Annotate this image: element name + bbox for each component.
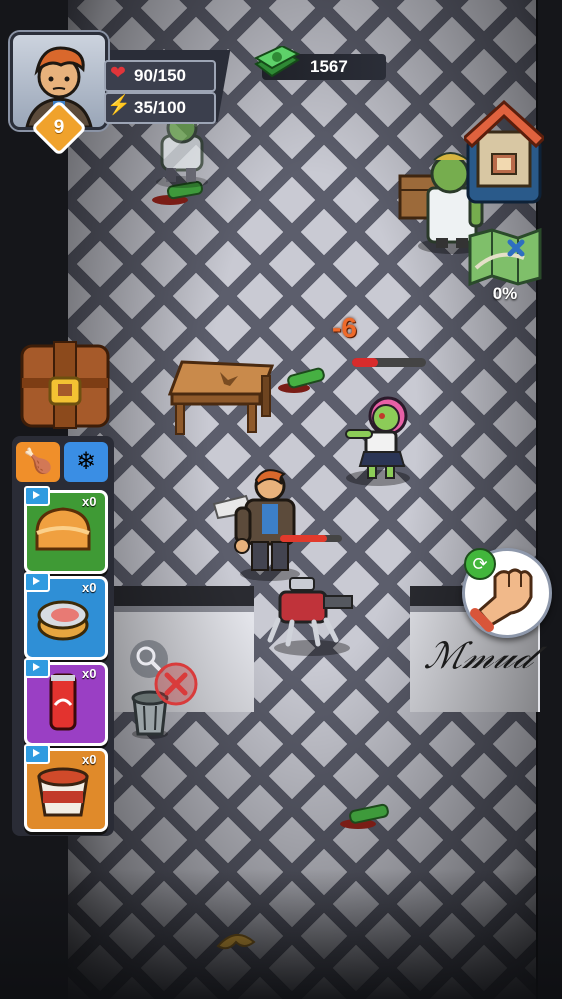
broken-bottle-bottom: [340, 803, 389, 829]
health-value: 90/150: [134, 66, 186, 85]
player-level: 9: [53, 117, 65, 138]
backpack-icon[interactable]: [20, 340, 110, 430]
item-count: x0: [82, 494, 97, 509]
enemy-health-bar: [352, 358, 426, 367]
item-count: x0: [82, 580, 97, 595]
cancel-icon[interactable]: [152, 660, 200, 708]
damage-number: -6: [332, 312, 357, 343]
energy-value: 35/100: [134, 98, 186, 117]
game-scene[interactable]: ℳ𝓂𝓊𝒹: [0, 0, 562, 999]
player-health-bar: [280, 535, 342, 542]
ice-box-icon: ❄: [75, 448, 97, 475]
map-icon[interactable]: [468, 228, 542, 286]
schoolgirl-zombie[interactable]: [342, 392, 424, 488]
house-icon[interactable]: [464, 98, 544, 208]
player-character[interactable]: [212, 466, 312, 582]
robot-turret[interactable]: [266, 574, 358, 656]
tab-ice-box[interactable]: ❄: [64, 442, 108, 482]
item-count: x0: [82, 666, 97, 681]
wooden-table[interactable]: [168, 358, 276, 438]
item-count: x0: [82, 752, 97, 767]
ad-video-icon: [24, 486, 50, 506]
map-progress: 0%: [492, 284, 518, 303]
lightning-icon: ⚡: [107, 95, 131, 116]
ad-video-icon: [24, 658, 50, 678]
bottom-vignette: [0, 869, 562, 999]
swap-icon[interactable]: ⟳: [464, 548, 496, 580]
ad-video-icon: [24, 744, 50, 764]
broken-bottle-table: [278, 367, 325, 393]
meat-icon: 🍗: [23, 448, 53, 475]
heart-icon: ❤: [110, 63, 126, 84]
cash-amount: 1567: [310, 57, 348, 76]
cash-stack-icon: [253, 46, 300, 78]
tab-meat[interactable]: 🍗: [16, 442, 60, 482]
ad-video-icon: [24, 572, 50, 592]
